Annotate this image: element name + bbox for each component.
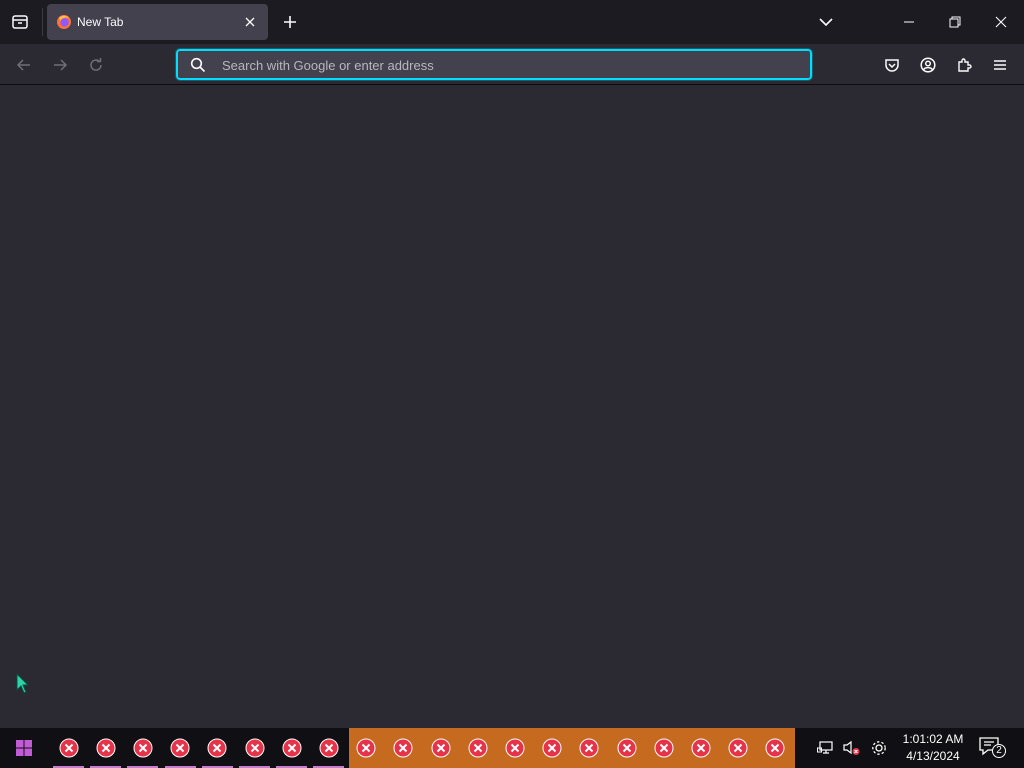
taskbar-app-button[interactable] — [534, 728, 571, 768]
forward-button[interactable] — [45, 50, 75, 80]
taskbar-app-button[interactable] — [720, 728, 757, 768]
error-x-icon — [505, 738, 525, 758]
minimize-icon — [904, 21, 914, 23]
error-x-icon — [728, 738, 748, 758]
error-x-icon — [170, 738, 190, 758]
firefox-view-icon — [12, 15, 28, 29]
account-icon — [920, 57, 936, 73]
taskbar-app-button[interactable] — [124, 728, 161, 768]
search-input[interactable] — [222, 54, 782, 76]
navigation-toolbar — [0, 44, 1024, 85]
menu-button[interactable] — [985, 50, 1015, 80]
error-x-icon — [579, 738, 599, 758]
list-all-tabs-button[interactable] — [803, 0, 849, 44]
pocket-button[interactable] — [877, 50, 907, 80]
taskbar-app-button[interactable] — [199, 728, 236, 768]
minimize-button[interactable] — [886, 0, 932, 44]
error-x-icon — [59, 738, 78, 758]
taskbar-app-button[interactable] — [459, 728, 496, 768]
back-button[interactable] — [9, 50, 39, 80]
taskbar-app-button[interactable] — [682, 728, 719, 768]
search-icon — [190, 57, 206, 73]
reload-button[interactable] — [81, 50, 111, 80]
error-x-icon — [654, 738, 674, 758]
error-x-icon — [356, 738, 376, 758]
notification-count-badge: 2 — [992, 744, 1006, 758]
error-x-icon — [96, 738, 116, 758]
taskbar-app-button[interactable] — [348, 728, 385, 768]
error-x-icon — [617, 738, 636, 758]
close-window-button[interactable] — [978, 0, 1024, 44]
tab-title: New Tab — [77, 15, 124, 29]
settings-button[interactable] — [869, 738, 889, 758]
tab-close-button[interactable] — [240, 12, 260, 32]
error-x-icon — [207, 738, 227, 758]
error-x-icon — [431, 738, 450, 758]
tab-separator — [42, 8, 43, 36]
taskbar-app-button[interactable] — [310, 728, 347, 768]
start-button[interactable] — [0, 728, 48, 768]
action-center-button[interactable]: 2 — [978, 736, 1008, 760]
address-bar[interactable] — [175, 48, 813, 81]
network-icon — [817, 741, 833, 754]
volume-button[interactable] — [841, 738, 861, 758]
new-tab-button[interactable] — [278, 8, 302, 36]
arrow-right-icon — [54, 59, 68, 71]
clock-time: 1:01:02 AM — [902, 732, 964, 746]
taskbar-app-button[interactable] — [273, 728, 310, 768]
plus-icon — [284, 16, 296, 28]
reload-icon — [90, 58, 102, 71]
restore-icon — [949, 16, 961, 28]
restore-button[interactable] — [932, 0, 978, 44]
puzzle-icon — [958, 58, 972, 72]
error-x-icon — [542, 738, 562, 758]
taskbar: 1:01:02 AM 4/13/2024 2 — [0, 728, 1024, 768]
taskbar-app-button[interactable] — [162, 728, 199, 768]
tab-new-tab[interactable]: New Tab — [47, 4, 268, 40]
close-icon — [245, 17, 255, 27]
chevron-down-icon — [819, 18, 833, 27]
arrow-left-icon — [16, 59, 30, 71]
error-x-icon — [245, 738, 264, 758]
page-content[interactable] — [0, 85, 1024, 728]
volume-muted-icon — [843, 740, 860, 755]
hamburger-menu-icon — [994, 60, 1006, 70]
network-button[interactable] — [816, 738, 836, 758]
error-x-icon — [691, 738, 711, 758]
error-x-icon — [765, 738, 785, 758]
taskbar-app-button[interactable] — [385, 728, 422, 768]
taskbar-app-button[interactable] — [236, 728, 273, 768]
firefox-logo-icon — [57, 15, 71, 29]
mouse-cursor-icon — [16, 673, 30, 694]
windows-logo-icon — [16, 740, 32, 756]
extensions-button[interactable] — [949, 50, 979, 80]
taskbar-app-button[interactable] — [571, 728, 608, 768]
error-x-icon — [319, 738, 339, 758]
clock-date: 4/13/2024 — [906, 749, 960, 763]
error-x-icon — [393, 738, 413, 758]
taskbar-app-button[interactable] — [645, 728, 682, 768]
error-x-icon — [468, 738, 488, 758]
tab-bar: New Tab — [0, 0, 1024, 44]
taskbar-app-button[interactable] — [50, 728, 87, 768]
firefox-view-button[interactable] — [6, 8, 34, 36]
system-clock[interactable]: 1:01:02 AM 4/13/2024 — [898, 731, 968, 765]
close-icon — [995, 16, 1007, 28]
taskbar-app-button[interactable] — [87, 728, 124, 768]
gear-icon — [872, 741, 886, 755]
account-button[interactable] — [913, 50, 943, 80]
error-x-icon — [282, 738, 302, 758]
taskbar-app-button[interactable] — [608, 728, 645, 768]
taskbar-app-button[interactable] — [496, 728, 533, 768]
pocket-icon — [885, 59, 899, 72]
taskbar-app-button[interactable] — [757, 728, 794, 768]
error-x-icon — [133, 738, 153, 758]
taskbar-app-button[interactable] — [422, 728, 459, 768]
